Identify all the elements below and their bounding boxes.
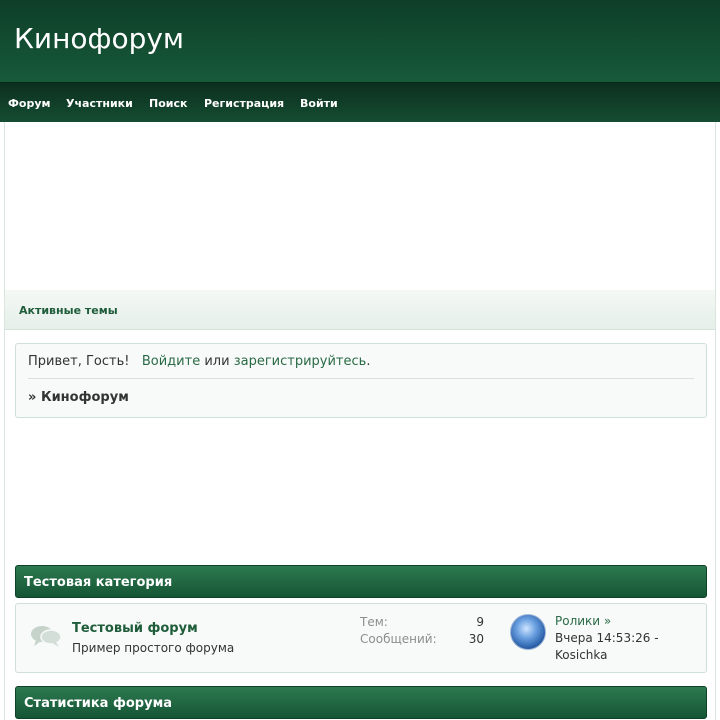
guest-greeting-box: Привет, Гость! Войдите или зарегистрируй…	[15, 343, 707, 418]
nav-forum[interactable]: Форум	[8, 97, 51, 110]
last-post-time: Вчера 14:53:26 -	[555, 631, 659, 645]
login-link[interactable]: Войдите	[142, 354, 200, 369]
stats-header: Статистика форума	[15, 686, 707, 719]
posts-count: 30	[468, 632, 484, 646]
board-row: Тестовый форум Пример простого форума Те…	[15, 603, 707, 673]
greeting-text: Привет, Гость!	[28, 354, 130, 369]
tab-bar: Активные темы	[5, 290, 715, 330]
breadcrumb-arrow: »	[28, 390, 37, 405]
last-post-arrow-icon[interactable]: »	[604, 614, 611, 628]
last-post-user[interactable]: Kosichka	[555, 648, 608, 662]
greeting-line: Привет, Гость! Войдите или зарегистрируй…	[28, 354, 370, 369]
stats-title[interactable]: Статистика форума	[24, 696, 172, 711]
chat-bubbles-icon	[31, 626, 62, 647]
board-name[interactable]: Тестовый форум	[72, 621, 198, 636]
greeting-suffix: .	[366, 354, 371, 369]
user-avatar[interactable]	[510, 614, 546, 650]
topics-count: 9	[476, 615, 484, 629]
board-description: Пример простого форума	[72, 641, 235, 655]
breadcrumb: » Кинофорум	[28, 390, 129, 405]
category-header: Тестовая категория	[15, 565, 707, 598]
topics-label: Тем:	[360, 615, 388, 629]
register-link[interactable]: зарегистрируйтесь	[234, 354, 367, 369]
nav-register[interactable]: Регистрация	[204, 97, 284, 110]
nav-search[interactable]: Поиск	[149, 97, 187, 110]
posts-label: Сообщений:	[360, 632, 437, 646]
main-navigation: Форум Участники Поиск Регистрация Войти	[0, 82, 720, 122]
breadcrumb-home[interactable]: Кинофорум	[41, 390, 129, 405]
category-title[interactable]: Тестовая категория	[24, 575, 172, 590]
last-post-topic-link[interactable]: Ролики	[555, 614, 600, 628]
nav-login[interactable]: Войти	[300, 97, 338, 110]
tab-active-topics[interactable]: Активные темы	[19, 304, 118, 317]
page-content: Активные темы Привет, Гость! Войдите или…	[4, 122, 716, 720]
last-post-topic: Ролики »	[555, 614, 611, 628]
nav-members[interactable]: Участники	[66, 97, 133, 110]
greeting-or: или	[204, 354, 230, 369]
greeting-divider	[28, 378, 694, 379]
site-title[interactable]: Кинофорум	[14, 22, 184, 55]
site-header: Кинофорум	[0, 0, 720, 82]
